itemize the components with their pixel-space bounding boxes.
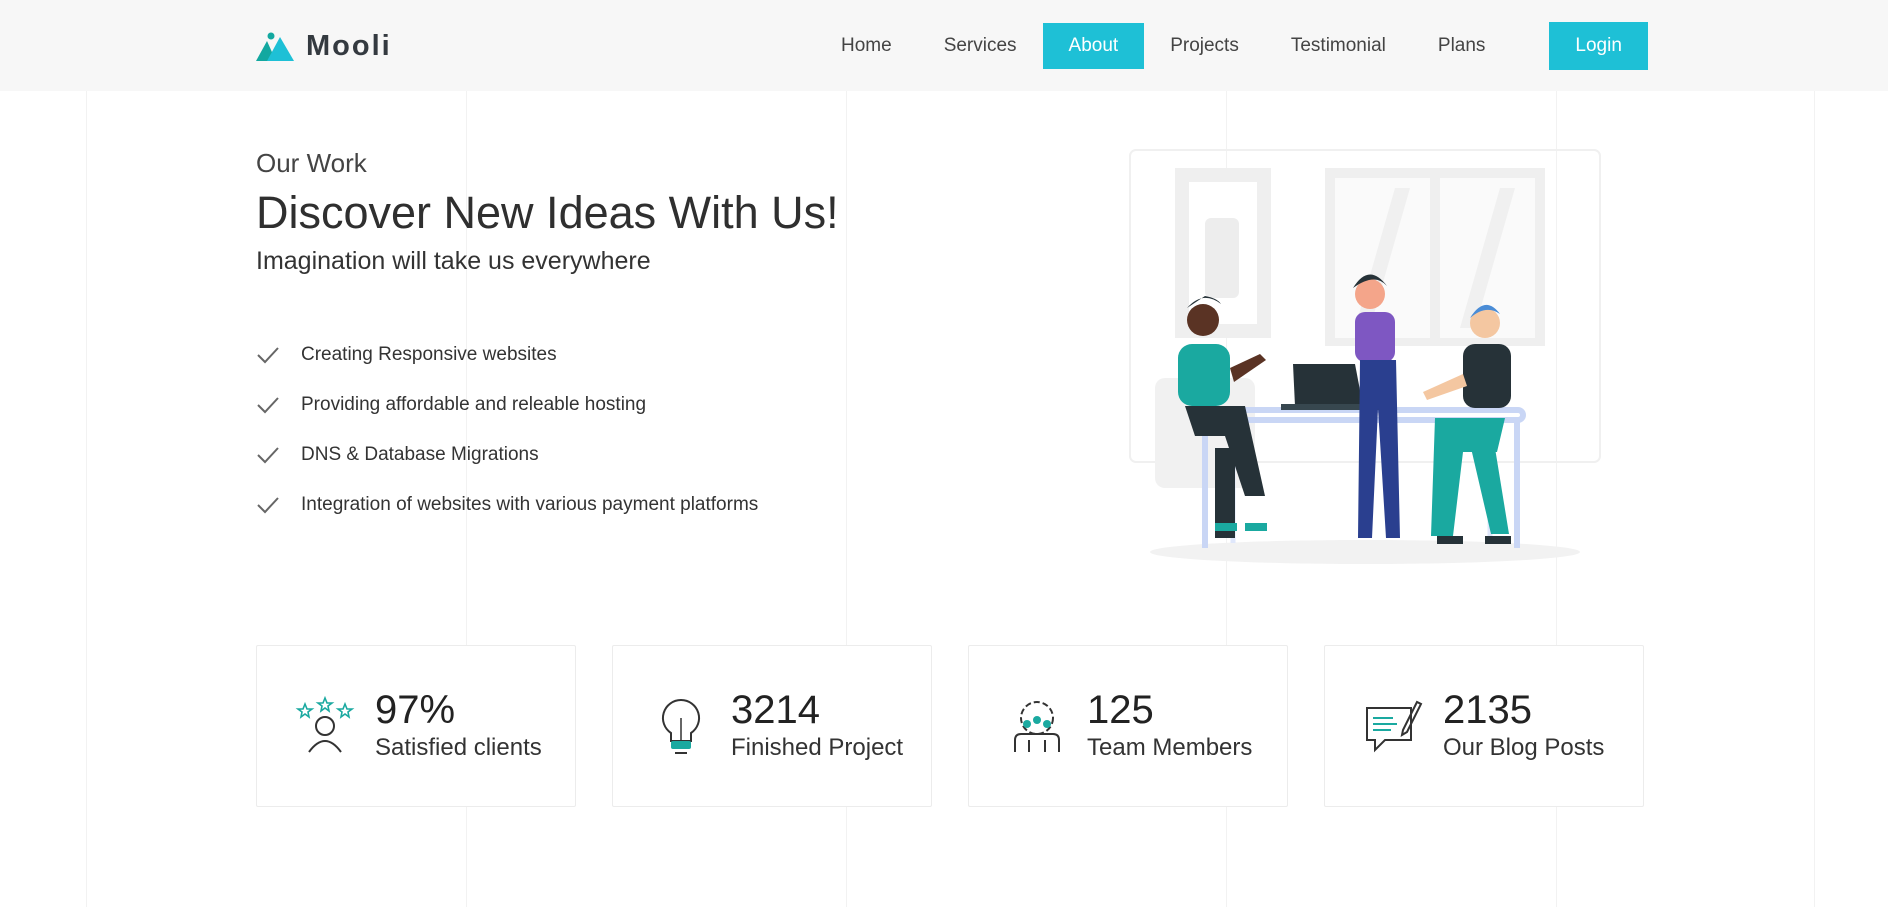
blog-post-icon [1366,700,1423,753]
mountain-logo-icon [256,32,294,61]
checkmark-icon [257,447,279,464]
feature-list: Creating Responsive websites Providing a… [256,330,839,530]
feature-text: Providing affordable and releable hostin… [301,394,647,415]
nav-item-projects[interactable]: Projects [1144,23,1265,69]
top-navbar: Mooli Home Services About Projects Testi… [0,0,1888,91]
nav-item-services[interactable]: Services [918,23,1043,69]
feature-text: DNS & Database Migrations [301,444,539,465]
lightbulb-icon [661,698,701,754]
checkmark-icon [257,397,279,414]
section-eyebrow: Our Work [256,148,367,178]
stat-value: 2135 [1443,688,1532,732]
team-gear-icon [1014,701,1060,752]
stat-label: Finished Project [731,734,904,761]
stat-card-satisfied-clients: 97% Satisfied clients [256,645,576,807]
hero-section: Our Work Discover New Ideas With Us! Ima… [256,148,839,530]
stat-card-blog-posts: 2135 Our Blog Posts [1324,645,1644,807]
stat-card-finished-project: 3214 Finished Project [612,645,932,807]
nav-item-plans[interactable]: Plans [1412,23,1512,69]
list-item: Creating Responsive websites [256,330,839,380]
hero-subhead: Imagination will take us everywhere [256,247,651,275]
nav-item-home[interactable]: Home [815,23,918,69]
brand-name: Mooli [306,30,392,62]
stat-card-team-members: 125 Team Members [968,645,1288,807]
login-button[interactable]: Login [1549,22,1648,70]
stat-label: Our Blog Posts [1443,734,1605,761]
feature-text: Integration of websites with various pay… [301,494,759,515]
stat-label: Satisfied clients [375,734,542,761]
stat-value: 3214 [731,688,820,732]
feature-text: Creating Responsive websites [301,344,557,365]
nav-item-about[interactable]: About [1042,23,1145,69]
hero-headline: Discover New Ideas With Us! [256,187,839,238]
satisfied-client-icon [295,696,355,753]
stat-value: 125 [1087,688,1154,732]
main-nav: Home Services About Projects Testimonial… [815,22,1648,70]
nav-item-testimonial[interactable]: Testimonial [1265,23,1412,69]
stats-section: 97% Satisfied clients 3214 Finished Proj… [256,645,1644,807]
stat-label: Team Members [1087,734,1253,761]
checkmark-icon [257,497,279,514]
list-item: DNS & Database Migrations [256,430,839,480]
list-item: Integration of websites with various pay… [256,480,839,530]
list-item: Providing affordable and releable hostin… [256,380,839,430]
checkmark-icon [257,347,279,364]
stat-value: 97% [375,688,456,732]
team-working-at-desk-illustration [1129,149,1601,564]
brand[interactable]: Mooli [256,30,392,63]
